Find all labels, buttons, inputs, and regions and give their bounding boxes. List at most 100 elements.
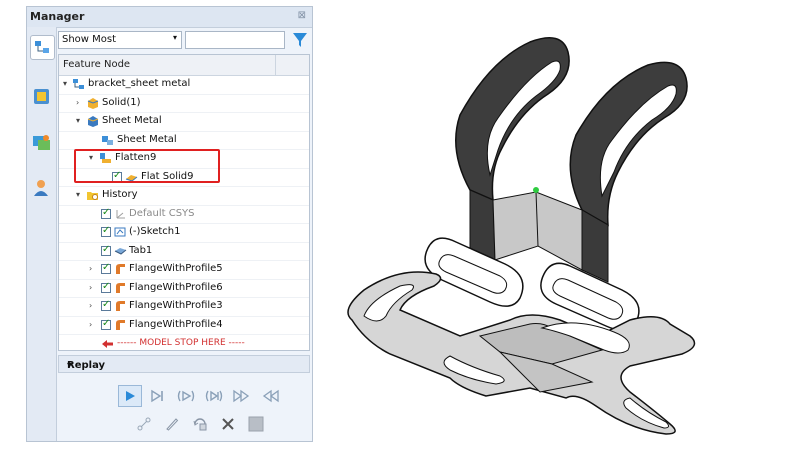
expand-arrow-icon[interactable]: › [89,301,97,310]
filter-funnel-icon[interactable] [290,30,310,50]
fast-forward-button[interactable] [230,385,254,407]
visibility-checkbox[interactable] [101,262,111,274]
tree-row-flange-3[interactable]: › FlangeWithProfile3 [59,298,309,317]
replay-next-button[interactable] [174,385,198,407]
visibility-checkbox[interactable] [101,281,111,293]
replay-next-icon [177,390,195,402]
tab-icon [114,247,127,255]
sketch-icon [114,227,126,237]
link-button[interactable] [132,413,156,435]
dropdown-arrow-icon: ▾ [172,33,177,42]
tree-row-label: FlangeWithProfile4 [129,318,223,330]
tree-row-history[interactable]: ▾ History [59,187,309,206]
visibility-checkbox[interactable] [101,318,111,330]
play-icon [126,391,135,401]
replay-loop-icon [205,390,223,402]
feature-tree: Feature Node ▾ bracket_sheet metal › Sol… [58,54,310,351]
expand-arrow-icon[interactable]: › [76,98,84,107]
fast-forward-icon [233,389,250,403]
tree-row-tab1[interactable]: Tab1 [59,243,309,261]
column-divider [275,55,276,75]
tree-row-label: bracket_sheet metal [88,78,191,89]
layers-tab[interactable] [30,131,53,154]
bracket-bent-model [424,37,688,331]
feature-tree-tab[interactable] [30,35,55,60]
replay-title: Replay [67,360,106,371]
feature-tree-icon [35,41,49,53]
tree-row-sheet-metal[interactable]: ▾ Sheet Metal [59,113,309,132]
sheet-metal-feature-icon [102,135,113,145]
tree-row-label: Default CSYS [129,207,195,219]
tree-row-label: FlangeWithProfile5 [129,263,223,274]
tree-row-flange-5[interactable]: › FlangeWithProfile5 [59,261,309,280]
expand-arrow-icon[interactable]: › [89,264,97,273]
filter-dropdown-value: Show Most [62,34,117,45]
regenerate-icon [193,418,207,431]
delete-button[interactable] [216,413,240,435]
tree-row-label: FlangeWithProfile3 [129,300,223,311]
play-button[interactable] [118,385,142,407]
visibility-checkbox[interactable] [101,299,111,311]
view-manager-tab[interactable] [30,85,53,108]
sheet-metal-icon [87,116,99,127]
model-viewport[interactable] [330,20,790,440]
tree-row-label: Sheet Metal [117,133,177,145]
model-stop-label: ------ MODEL STOP HERE ----- [117,338,245,348]
solid-icon [87,97,99,109]
tree-row-label: History [102,189,138,200]
flatten-highlight-box [74,149,220,183]
search-input[interactable] [185,31,285,49]
step-forward-icon [151,389,163,403]
user-icon [34,180,48,196]
pencil-icon [166,418,179,431]
tree-row-solid[interactable]: › Solid(1) [59,95,309,113]
arrow-left-icon [102,340,113,348]
model-stop-marker[interactable]: ------ MODEL STOP HERE ----- [59,335,309,350]
visibility-checkbox[interactable] [101,244,111,256]
rewind-button[interactable] [258,385,282,407]
rewind-icon [262,389,279,403]
close-x-icon [222,418,234,430]
stop-button[interactable] [244,413,268,435]
visibility-checkbox[interactable] [101,225,111,237]
manager-title-bar: Manager ⊠ [27,7,312,28]
replay-header[interactable]: ▾ Replay [58,355,310,373]
manager-side-tabs [27,27,57,441]
filter-dropdown[interactable]: Show Most ▾ [58,31,182,49]
expand-arrow-icon[interactable]: ▾ [76,116,84,125]
link-icon [137,417,151,431]
tree-row-default-csys[interactable]: Default CSYS [59,206,309,224]
tree-row-sketch1[interactable]: (-)Sketch1 [59,224,309,243]
expand-arrow-icon[interactable]: › [89,283,97,292]
user-tab[interactable] [30,177,53,200]
manager-panel: Manager ⊠ Show Most ▾ Feature Node ▾ bra… [26,6,313,442]
assembly-icon [73,79,84,89]
replay-toolbar [58,373,310,439]
tree-row-sheet-metal-feature[interactable]: Sheet Metal [59,132,309,150]
regenerate-button[interactable] [188,413,212,435]
history-folder-icon [87,192,98,200]
edit-button[interactable] [160,413,184,435]
layers-icon [33,135,50,150]
expand-arrow-icon[interactable]: › [89,320,97,329]
feature-node-header: Feature Node [63,59,131,70]
tree-column-header: Feature Node [59,55,309,76]
expand-arrow-icon[interactable]: ▾ [76,190,84,199]
step-forward-button[interactable] [146,385,170,407]
tree-row-bracket[interactable]: ▾ bracket_sheet metal [59,76,309,95]
flange-icon [116,282,125,293]
csys-icon [116,209,125,218]
expand-arrow-icon[interactable]: ▾ [63,79,71,88]
flange-icon [116,264,125,274]
flange-icon [116,319,125,330]
tree-row-label: FlangeWithProfile6 [129,281,223,293]
tree-row-flange-6[interactable]: › FlangeWithProfile6 [59,280,309,298]
tree-row-label: Solid(1) [102,96,141,108]
flange-icon [116,301,125,311]
manager-title: Manager [30,10,85,23]
close-icon[interactable]: ⊠ [298,10,306,21]
replay-loop-button[interactable] [202,385,226,407]
visibility-checkbox[interactable] [101,207,111,219]
tree-row-flange-4[interactable]: › FlangeWithProfile4 [59,317,309,335]
box-icon [34,89,49,104]
